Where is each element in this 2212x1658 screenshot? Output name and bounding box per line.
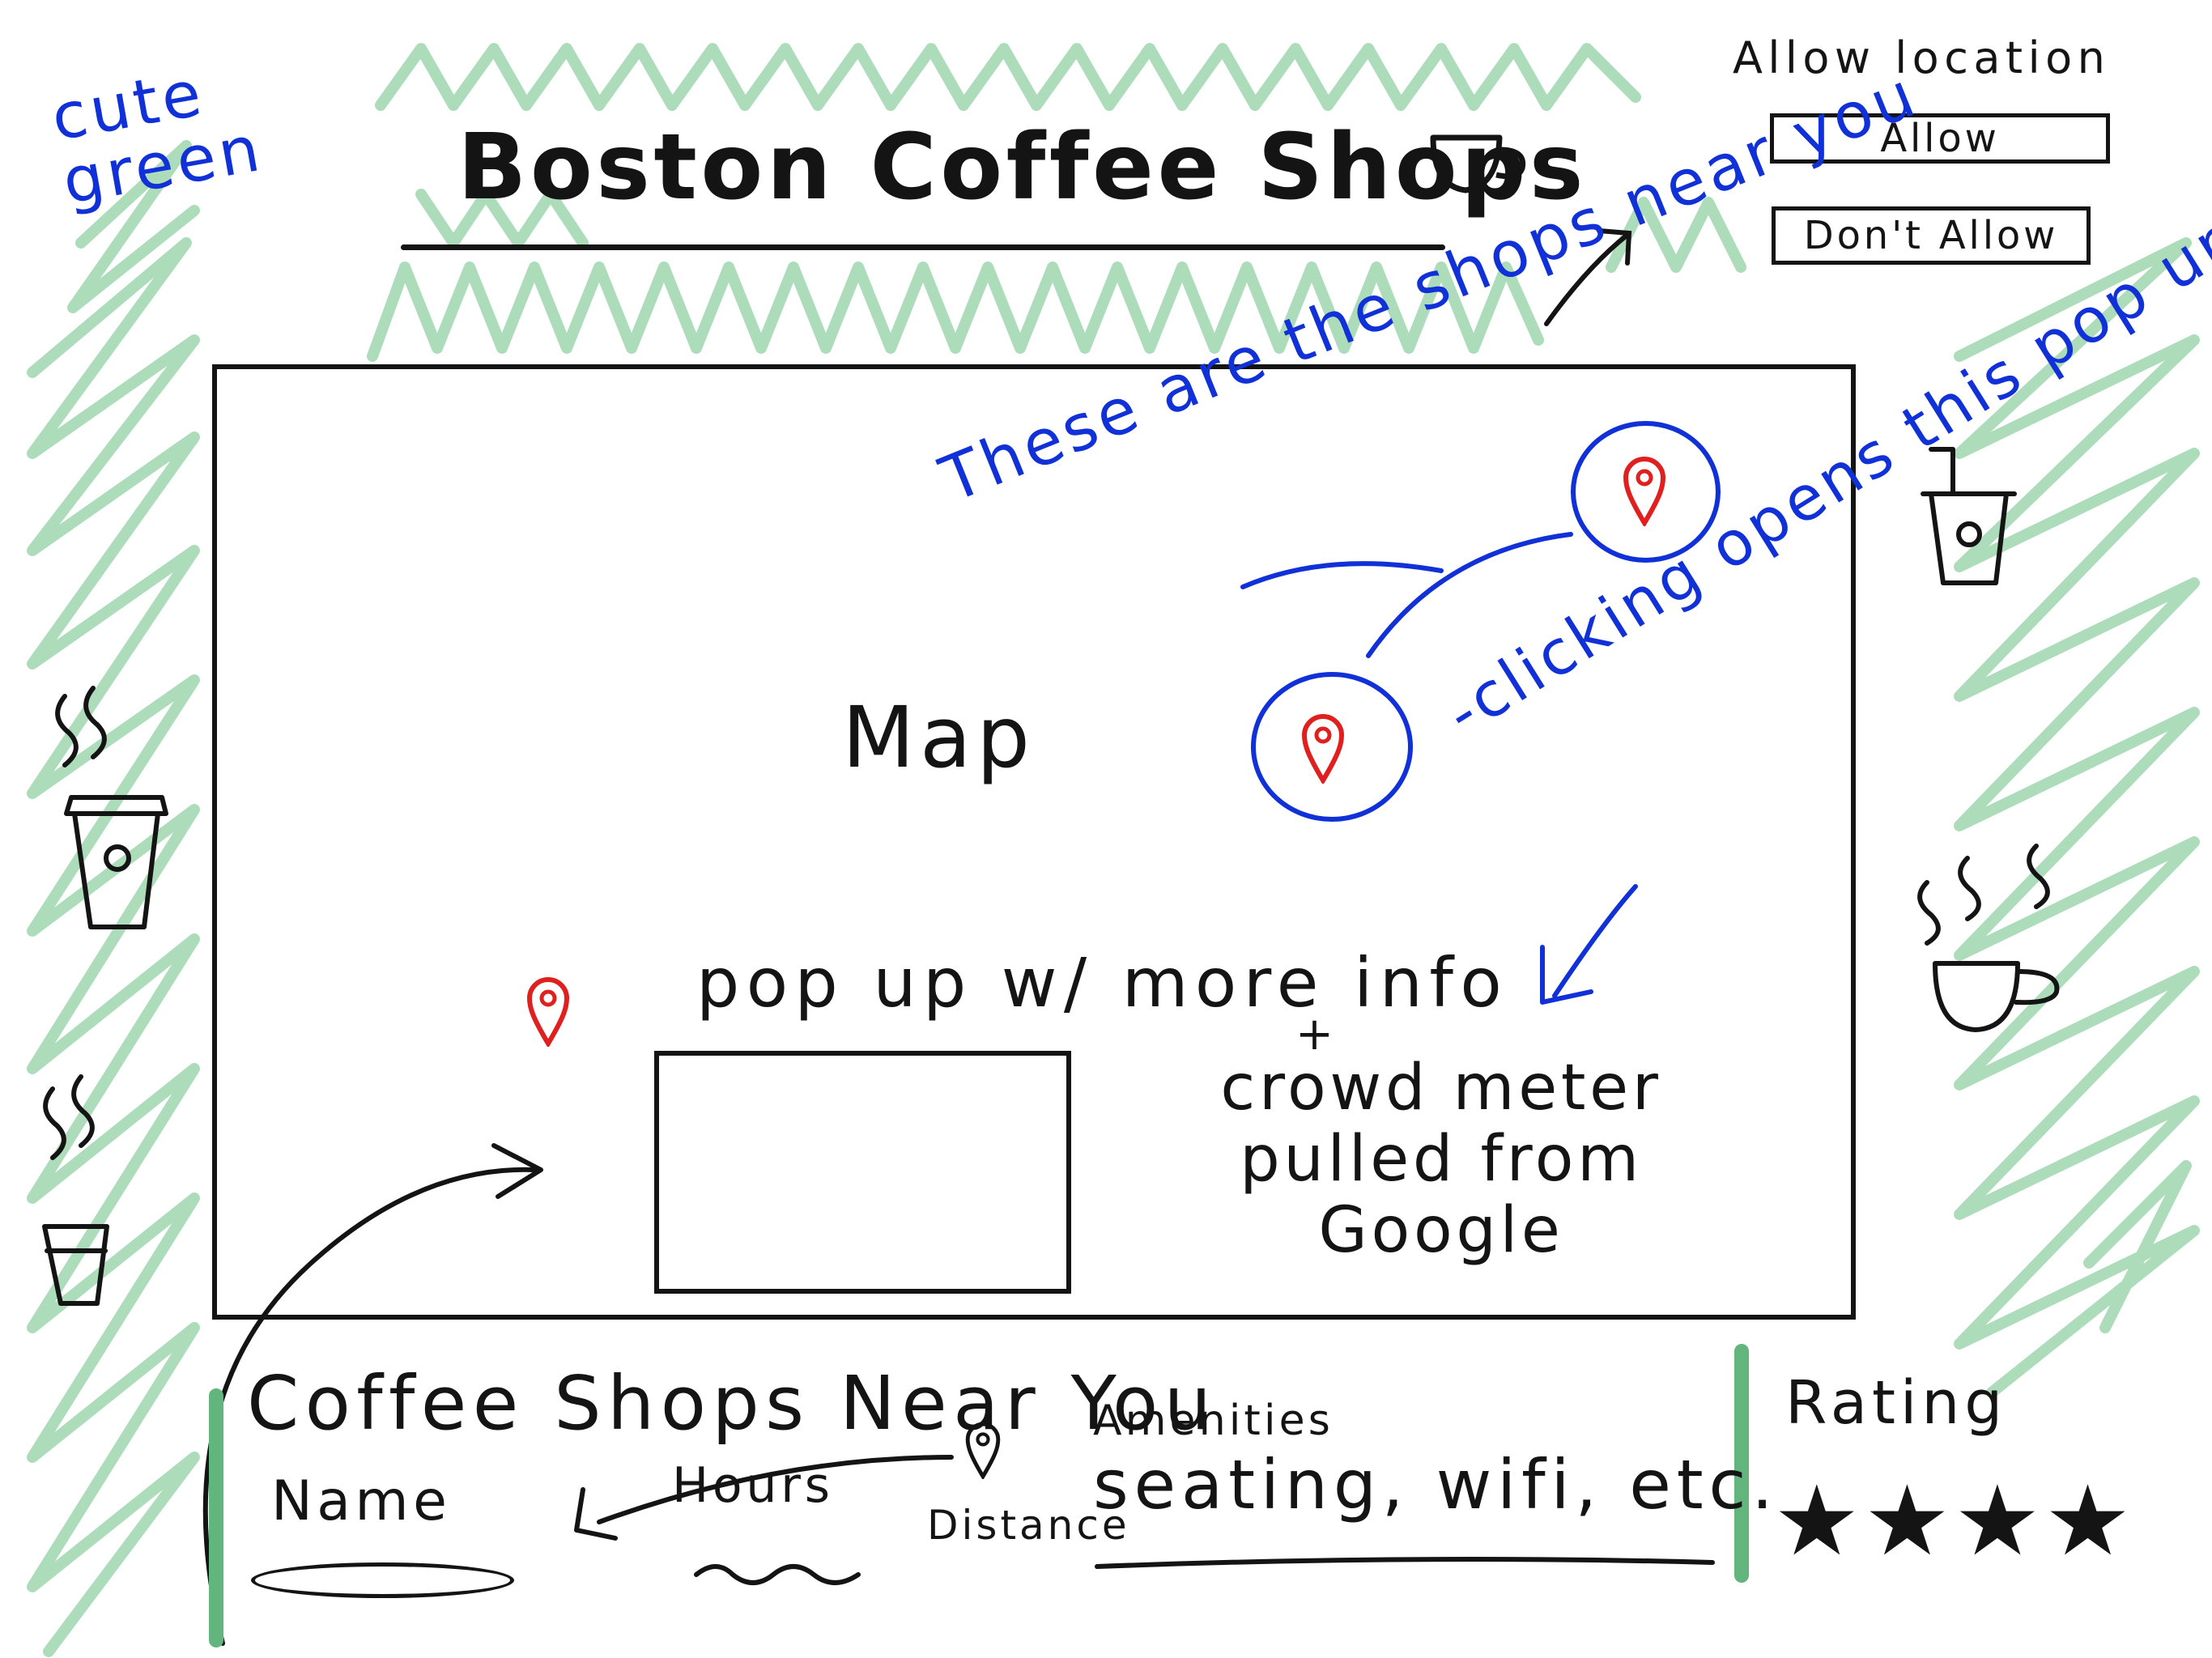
rating-stars: ★★★★ bbox=[1773, 1465, 2135, 1578]
name-placeholder[interactable] bbox=[251, 1562, 514, 1598]
map-pin-icon[interactable] bbox=[1300, 712, 1346, 784]
rating-column-header: Rating bbox=[1785, 1368, 2008, 1438]
popup-label: pop up w/ more info bbox=[696, 943, 1509, 1022]
dont-allow-location-button[interactable]: Don't Allow bbox=[1772, 206, 2091, 265]
crowd-meter-note: crowd meter pulled from Google bbox=[1220, 1052, 1662, 1267]
hours-column-header: Hours bbox=[672, 1457, 834, 1514]
map-pin-icon[interactable] bbox=[525, 976, 572, 1047]
location-pin-icon bbox=[965, 1422, 1001, 1479]
page-title: Boston Coffee Shops bbox=[457, 115, 1587, 220]
amenities-column-header: Amenities bbox=[1093, 1397, 1334, 1445]
name-column-header: Name bbox=[271, 1469, 452, 1533]
title-underline bbox=[401, 244, 1445, 250]
list-left-accent bbox=[209, 1388, 223, 1647]
list-title: Coffee Shops Near You bbox=[247, 1360, 1218, 1447]
map-label: Map bbox=[842, 688, 1036, 787]
location-prompt: Allow location bbox=[1733, 32, 2111, 83]
shop-info-popup[interactable] bbox=[654, 1051, 1071, 1294]
coffee-cup-icon bbox=[1430, 134, 1526, 193]
amenities-value: seating, wifi, etc. bbox=[1093, 1445, 1779, 1524]
map-pin-icon[interactable] bbox=[1621, 455, 1668, 526]
cute-green-note: cute green bbox=[46, 57, 269, 219]
